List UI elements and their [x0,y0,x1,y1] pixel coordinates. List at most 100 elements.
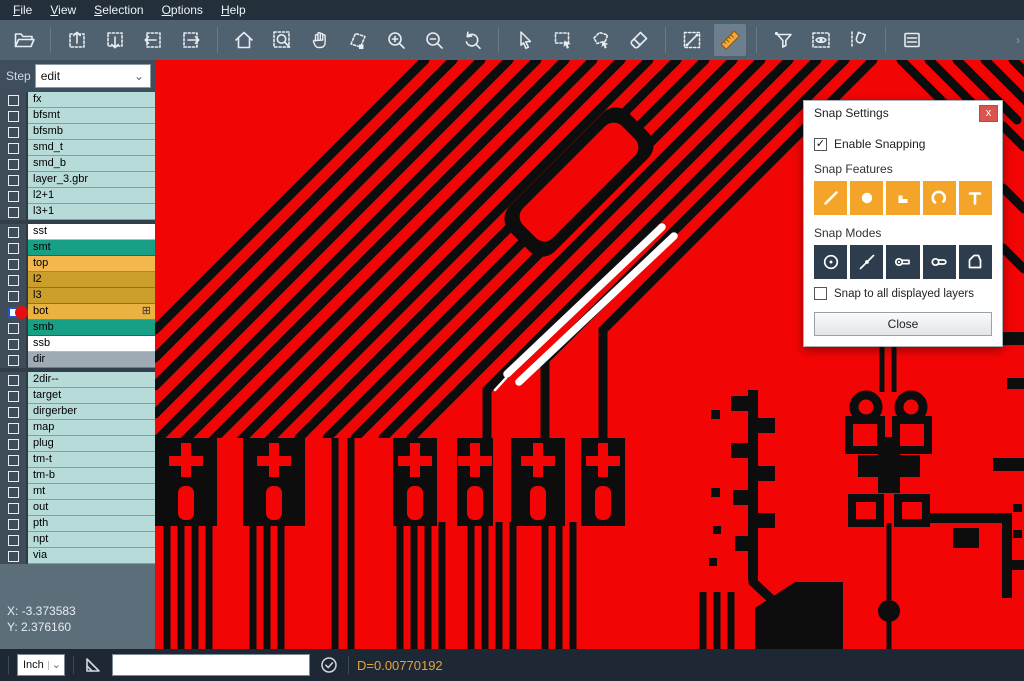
zoom-out-button[interactable] [418,24,450,56]
snap-circle-button[interactable] [850,181,883,215]
layer-smd_t[interactable]: smd_t [28,140,155,156]
layer-checkbox-smb[interactable] [8,323,19,334]
layer-smb[interactable]: smb [28,320,155,336]
all-layers-row[interactable]: Snap to all displayed layers [814,287,992,300]
select-poly-button[interactable] [585,24,617,56]
layer-checkbox-dir[interactable] [8,355,19,366]
filter-button[interactable] [767,24,799,56]
mode-polygon-button[interactable] [959,245,992,279]
menu-help[interactable]: Help [212,1,255,19]
value-input[interactable] [112,654,310,676]
layer-checkbox-2dir--[interactable] [8,375,19,386]
layer-checkbox-tm-t[interactable] [8,455,19,466]
snap-line-button[interactable] [814,181,847,215]
grid-icon[interactable]: ⊞ [142,304,151,319]
mode-pad-entry-button[interactable] [886,245,919,279]
snap-text-button[interactable] [959,181,992,215]
enable-snapping-checkbox[interactable]: ✓ [814,138,827,151]
show-selection-button[interactable] [805,24,837,56]
layer-checkbox-map[interactable] [8,423,19,434]
layer-checkbox-npt[interactable] [8,535,19,546]
layer-sst[interactable]: sst [28,224,155,240]
dialog-title-bar[interactable]: Snap Settings x [804,101,1002,125]
layer-l3[interactable]: l3 [28,288,155,304]
open-folder-button[interactable] [8,24,40,56]
pan-up-button[interactable] [61,24,93,56]
snap-arc-button[interactable] [923,181,956,215]
layer-ssb[interactable]: ssb [28,336,155,352]
layer-checkbox-bfsmt[interactable] [8,111,19,122]
measure-button[interactable] [676,24,708,56]
pan-left-button[interactable] [137,24,169,56]
home-button[interactable] [228,24,260,56]
zoom-object-button[interactable] [342,24,374,56]
select-rect-button[interactable] [547,24,579,56]
menu-options[interactable]: Options [153,1,212,19]
layer-checkbox-pth[interactable] [8,519,19,530]
layer-via[interactable]: via [28,548,155,564]
layer-layer_3.gbr[interactable]: layer_3.gbr [28,172,155,188]
refresh-check-icon[interactable] [318,654,340,676]
layer-npt[interactable]: npt [28,532,155,548]
mode-center-button[interactable] [814,245,847,279]
layer-mt[interactable]: mt [28,484,155,500]
zoom-in-button[interactable] [380,24,412,56]
previous-view-button[interactable] [456,24,488,56]
form-editor-button[interactable] [896,24,928,56]
layer-tm-b[interactable]: tm-b [28,468,155,484]
layer-target[interactable]: target [28,388,155,404]
menu-selection[interactable]: Selection [85,1,152,19]
toolbar-overflow[interactable]: › [1016,33,1020,47]
layer-fx[interactable]: fx [28,92,155,108]
layer-bfsmb[interactable]: bfsmb [28,124,155,140]
layer-dirgerber[interactable]: dirgerber [28,404,155,420]
layer-checkbox-plug[interactable] [8,439,19,450]
close-button[interactable]: Close [814,312,992,336]
snap-corner-button[interactable] [886,181,919,215]
zoom-area-button[interactable] [266,24,298,56]
layer-checkbox-sst[interactable] [8,227,19,238]
select-cursor-button[interactable] [509,24,541,56]
layer-checkbox-smd_b[interactable] [8,159,19,170]
layer-checkbox-target[interactable] [8,391,19,402]
ruler-button[interactable] [714,24,746,56]
pan-down-button[interactable] [99,24,131,56]
layer-top[interactable]: top [28,256,155,272]
layer-bot[interactable]: bot⊞ [28,304,155,320]
layer-smd_b[interactable]: smd_b [28,156,155,172]
layer-2dir--[interactable]: 2dir-- [28,372,155,388]
layer-tm-t[interactable]: tm-t [28,452,155,468]
unit-selector[interactable]: Inch ⌄ [17,654,65,676]
layer-l2+1[interactable]: l2+1 [28,188,155,204]
step-selector[interactable]: edit ⌄ [35,64,151,88]
layer-checkbox-ssb[interactable] [8,339,19,350]
close-icon[interactable]: x [979,105,998,122]
menu-file[interactable]: File [4,1,41,19]
layer-checkbox-bfsmb[interactable] [8,127,19,138]
layer-checkbox-l2[interactable] [8,275,19,286]
layer-checkbox-via[interactable] [8,551,19,562]
layer-checkbox-dirgerber[interactable] [8,407,19,418]
pan-right-button[interactable] [175,24,207,56]
layer-bfsmt[interactable]: bfsmt [28,108,155,124]
layer-smt[interactable]: smt [28,240,155,256]
brush-button[interactable] [623,24,655,56]
layer-checkbox-out[interactable] [8,503,19,514]
mode-slot-button[interactable] [923,245,956,279]
layer-checkbox-l3[interactable] [8,291,19,302]
layer-checkbox-l2+1[interactable] [8,191,19,202]
layer-checkbox-mt[interactable] [8,487,19,498]
layer-dir[interactable]: dir [28,352,155,368]
mode-line-point-button[interactable] [850,245,883,279]
layer-checkbox-layer_3.gbr[interactable] [8,175,19,186]
layer-plug[interactable]: plug [28,436,155,452]
hand-pan-button[interactable] [304,24,336,56]
layer-pth[interactable]: pth [28,516,155,532]
layer-checkbox-fx[interactable] [8,95,19,106]
all-layers-checkbox[interactable] [814,287,827,300]
layer-checkbox-tm-b[interactable] [8,471,19,482]
enable-snapping-row[interactable]: ✓ Enable Snapping [814,137,992,151]
layer-map[interactable]: map [28,420,155,436]
layer-checkbox-smt[interactable] [8,243,19,254]
angle-mode-icon[interactable] [82,654,104,676]
